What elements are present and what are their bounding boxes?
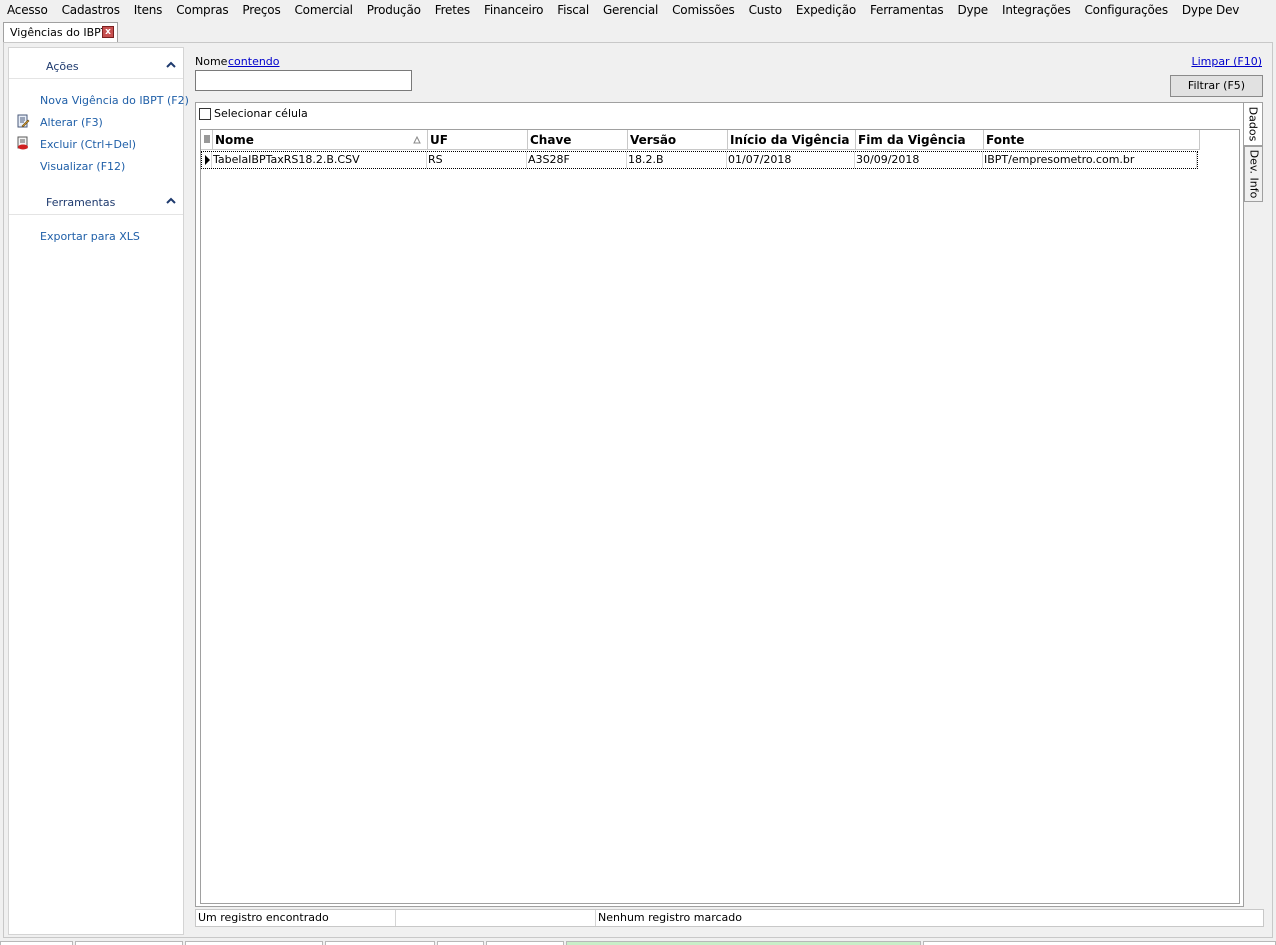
taskbar-segment <box>437 941 484 945</box>
cell-fim[interactable]: 30/09/2018 <box>855 152 983 168</box>
row-indicator-icon <box>202 152 212 168</box>
alterar-link[interactable]: Alterar (F3) <box>40 116 103 129</box>
menu-item-acesso[interactable]: Acesso <box>0 0 55 20</box>
ferramentas-title: Ferramentas <box>46 196 116 209</box>
menu-item-pre-os[interactable]: Preços <box>235 0 287 20</box>
status-marked-count: Nenhum registro marcado <box>598 911 742 924</box>
taskbar-segment <box>486 941 564 945</box>
nova-vigencia-link[interactable]: Nova Vigência do IBPT (F2) <box>40 94 189 107</box>
tab-vigencias-ibpt[interactable]: Vigências do IBPT x <box>3 22 118 42</box>
chevron-up-icon[interactable] <box>165 195 177 207</box>
nome-filter-input[interactable] <box>195 70 412 91</box>
menu-item-comercial[interactable]: Comercial <box>288 0 360 20</box>
menu-item-cadastros[interactable]: Cadastros <box>55 0 127 20</box>
tab-dados[interactable]: Dados <box>1244 102 1263 146</box>
tab-dev-info[interactable]: Dev. Info <box>1244 146 1263 202</box>
column-header-uf[interactable]: UF <box>428 130 528 150</box>
column-header-fonte[interactable]: Fonte <box>984 130 1200 150</box>
close-icon[interactable]: x <box>102 26 114 38</box>
acoes-section-header[interactable]: Ações <box>9 56 183 79</box>
ferramentas-section-header[interactable]: Ferramentas <box>9 192 183 215</box>
taskbar-segment <box>325 941 435 945</box>
menu-item-expedi-o[interactable]: Expedição <box>789 0 863 20</box>
taskbar-progress-segment <box>566 941 921 945</box>
menu-item-custo[interactable]: Custo <box>742 0 789 20</box>
menu-item-fiscal[interactable]: Fiscal <box>550 0 596 20</box>
select-cell-checkbox[interactable] <box>199 107 211 120</box>
acoes-title: Ações <box>46 60 79 73</box>
menu-item-compras[interactable]: Compras <box>169 0 235 20</box>
taskbar-segment <box>0 941 73 945</box>
select-cell-label: Selecionar célula <box>214 107 308 120</box>
sort-ascending-icon <box>413 136 421 144</box>
menu-item-financeiro[interactable]: Financeiro <box>477 0 550 20</box>
contendo-operator-link[interactable]: contendo <box>228 55 280 68</box>
menu-bar: Acesso Cadastros Itens Compras Preços Comerci… <box>0 0 1276 20</box>
column-header-nome[interactable]: Nome <box>213 130 428 150</box>
column-header-label: Nome <box>215 133 254 147</box>
status-middle <box>396 910 596 926</box>
menu-item-comiss-es[interactable]: Comissões <box>665 0 741 20</box>
data-grid <box>200 129 1240 904</box>
menu-item-dype[interactable]: Dype <box>950 0 995 20</box>
menu-item-dype-dev[interactable]: Dype Dev <box>1175 0 1246 20</box>
cell-nome[interactable]: TabelaIBPTaxRS18.2.B.CSV <box>212 152 427 168</box>
edit-document-icon <box>17 114 30 128</box>
nome-filter-label: Nome <box>195 55 228 68</box>
column-header-inicio[interactable]: Início da Vigência <box>728 130 856 150</box>
table-row[interactable]: TabelaIBPTaxRS18.2.B.CSV RS A3S28F 18.2.… <box>201 151 1198 169</box>
column-chooser-icon[interactable] <box>201 130 213 150</box>
tab-dev-info-label: Dev. Info <box>1247 149 1260 199</box>
cell-uf[interactable]: RS <box>427 152 527 168</box>
select-cell-option[interactable]: Selecionar célula <box>199 107 308 120</box>
menu-item-itens[interactable]: Itens <box>127 0 170 20</box>
menu-item-gerencial[interactable]: Gerencial <box>596 0 665 20</box>
cell-fonte[interactable]: IBPT/empresometro.com.br <box>983 152 1197 168</box>
taskbar-strip <box>0 940 1276 945</box>
status-record-count: Um registro encontrado <box>196 910 396 926</box>
filtrar-button[interactable]: Filtrar (F5) <box>1170 75 1263 97</box>
menu-item-configura-es[interactable]: Configurações <box>1078 0 1175 20</box>
taskbar-segment <box>185 941 323 945</box>
menu-item-ferramentas[interactable]: Ferramentas <box>863 0 950 20</box>
chevron-up-icon[interactable] <box>165 59 177 71</box>
visualizar-link[interactable]: Visualizar (F12) <box>40 160 125 173</box>
status-bar: Um registro encontrado Nenhum registro m… <box>195 909 1264 927</box>
cell-versao[interactable]: 18.2.B <box>627 152 727 168</box>
tab-dados-label: Dados <box>1246 106 1260 142</box>
menu-item-produ-o[interactable]: Produção <box>360 0 428 20</box>
menu-item-integra-es[interactable]: Integrações <box>995 0 1078 20</box>
column-header-chave[interactable]: Chave <box>528 130 628 150</box>
menu-item-fretes[interactable]: Fretes <box>428 0 477 20</box>
cell-inicio[interactable]: 01/07/2018 <box>727 152 855 168</box>
delete-document-icon <box>17 136 28 150</box>
column-header-versao[interactable]: Versão <box>628 130 728 150</box>
taskbar-segment <box>75 941 183 945</box>
actions-panel: Ações Nova Vigência do IBPT (F2) Alterar… <box>8 47 189 935</box>
tab-title: Vigências do IBPT <box>10 26 108 39</box>
column-header-fim[interactable]: Fim da Vigência <box>856 130 984 150</box>
document-tab-row: Vigências do IBPT x <box>0 20 1276 42</box>
cell-chave[interactable]: A3S28F <box>527 152 627 168</box>
taskbar-segment <box>923 941 1276 945</box>
limpar-link[interactable]: Limpar (F10) <box>1191 55 1262 68</box>
grid-header: Nome UF Chave Versão Início da Vigência … <box>201 130 1200 150</box>
excluir-link[interactable]: Excluir (Ctrl+Del) <box>40 138 136 151</box>
exportar-xls-link[interactable]: Exportar para XLS <box>40 230 140 243</box>
